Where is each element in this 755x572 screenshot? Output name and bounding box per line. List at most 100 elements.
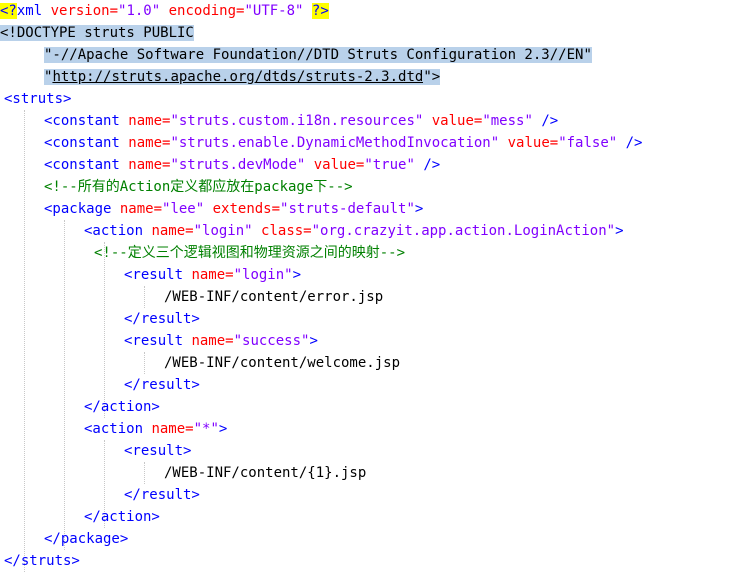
code-token: ?> bbox=[311, 3, 329, 19]
code-token: "true" bbox=[364, 157, 415, 173]
code-line[interactable]: <?xml version="1.0" encoding="UTF-8" ?> bbox=[0, 0, 329, 22]
code-token: "> bbox=[423, 69, 441, 85]
code-token: "login" bbox=[233, 267, 293, 283]
code-line[interactable]: </action> bbox=[84, 506, 160, 528]
code-token: > bbox=[218, 421, 228, 437]
code-token: > bbox=[309, 333, 318, 349]
code-line[interactable]: </action> bbox=[84, 396, 160, 418]
code-token: "false" bbox=[558, 135, 618, 151]
indent-guide bbox=[104, 242, 105, 418]
code-token: /WEB-INF/content/{1}.jsp bbox=[164, 465, 367, 481]
code-line[interactable]: <action name="*"> bbox=[84, 418, 227, 440]
code-token: <constant bbox=[44, 135, 120, 151]
code-token: "mess" bbox=[482, 113, 533, 129]
code-token: > bbox=[414, 201, 424, 217]
code-token: /WEB-INF/content/error.jsp bbox=[164, 289, 384, 305]
code-token: <!DOCTYPE struts PUBLIC bbox=[0, 25, 194, 41]
code-token: </struts> bbox=[4, 553, 80, 569]
code-token: "struts.enable.DynamicMethodInvocation" bbox=[170, 135, 500, 151]
code-line[interactable]: <struts> bbox=[4, 88, 71, 110]
code-token: "-//Apache Software Foundation//DTD Stru… bbox=[44, 47, 592, 63]
code-token: <? bbox=[0, 3, 17, 19]
code-token: <result bbox=[124, 267, 184, 283]
code-token: name= bbox=[183, 267, 234, 283]
code-line[interactable]: <constant name="struts.devMode" value="t… bbox=[44, 154, 440, 176]
code-line[interactable]: <result name="login"> bbox=[124, 264, 301, 286]
code-token: encoding= bbox=[160, 3, 245, 19]
code-line[interactable]: <result> bbox=[124, 440, 191, 462]
code-token: xml bbox=[16, 3, 43, 19]
code-token: "login" bbox=[193, 223, 253, 239]
code-token: name= bbox=[143, 421, 194, 437]
code-token: </result> bbox=[124, 487, 200, 503]
code-token: /WEB-INF/content/welcome.jsp bbox=[164, 355, 401, 371]
code-editor[interactable]: <?xml version="1.0" encoding="UTF-8" ?> <… bbox=[0, 0, 755, 572]
indent-guide bbox=[144, 352, 145, 374]
code-token: <!--定义三个逻辑视图和物理资源之间的映射--> bbox=[94, 245, 405, 261]
code-token: value= bbox=[305, 157, 365, 173]
code-line[interactable]: <!DOCTYPE struts PUBLIC bbox=[0, 22, 194, 44]
code-token: <result> bbox=[124, 443, 192, 459]
code-token: "1.0" bbox=[118, 3, 161, 19]
code-token: name= bbox=[119, 135, 171, 151]
code-line[interactable]: "-//Apache Software Foundation//DTD Stru… bbox=[44, 44, 592, 66]
code-token: <action bbox=[84, 223, 144, 239]
code-line[interactable]: <result name="success"> bbox=[124, 330, 318, 352]
code-line[interactable]: /WEB-INF/content/{1}.jsp bbox=[164, 462, 366, 484]
code-token: /> bbox=[414, 157, 441, 173]
indent-guide bbox=[144, 462, 145, 484]
code-token: name= bbox=[143, 223, 194, 239]
code-line[interactable]: </result> bbox=[124, 484, 200, 506]
code-token: </result> bbox=[124, 311, 200, 327]
code-line[interactable]: <action name="login" class="org.crazyit.… bbox=[84, 220, 624, 242]
code-token: "struts.custom.i18n.resources" bbox=[170, 113, 424, 129]
code-line[interactable]: <!--所有的Action定义都应放在package下--> bbox=[44, 176, 353, 198]
code-token: </package> bbox=[44, 531, 129, 547]
code-token: "struts.devMode" bbox=[170, 157, 306, 173]
dtd-url-link[interactable]: http://struts.apache.org/dtds/struts-2.3… bbox=[52, 69, 424, 85]
code-token: "org.crazyit.app.action.LoginAction" bbox=[311, 223, 616, 239]
code-token: <action bbox=[84, 421, 144, 437]
code-token: </action> bbox=[84, 509, 160, 525]
code-token: extends= bbox=[204, 201, 281, 217]
code-line[interactable]: "http://struts.apache.org/dtds/struts-2.… bbox=[44, 66, 441, 88]
code-token: /> bbox=[532, 113, 559, 129]
code-token: <struts> bbox=[4, 91, 72, 107]
code-token: "struts-default" bbox=[280, 201, 415, 217]
code-token: </action> bbox=[84, 399, 160, 415]
code-token: name= bbox=[183, 333, 234, 349]
code-token: "lee" bbox=[162, 201, 205, 217]
code-token: <!--所有的Action定义都应放在package下--> bbox=[44, 179, 353, 195]
code-token: <package bbox=[44, 201, 112, 217]
code-token: <constant bbox=[44, 157, 120, 173]
code-line[interactable]: /WEB-INF/content/error.jsp bbox=[164, 286, 383, 308]
code-token: name= bbox=[111, 201, 163, 217]
code-token: value= bbox=[423, 113, 483, 129]
code-line[interactable]: </result> bbox=[124, 308, 200, 330]
code-token: /> bbox=[617, 135, 643, 151]
code-token: "success" bbox=[233, 333, 310, 349]
code-token: "UTF-8" bbox=[244, 3, 304, 19]
code-line[interactable]: <constant name="struts.custom.i18n.resou… bbox=[44, 110, 558, 132]
code-token: name= bbox=[119, 157, 171, 173]
indent-guide bbox=[24, 110, 25, 572]
code-line[interactable]: <constant name="struts.enable.DynamicMet… bbox=[44, 132, 643, 154]
indent-guide bbox=[64, 220, 65, 550]
code-token: value= bbox=[499, 135, 559, 151]
code-token: > bbox=[615, 223, 624, 239]
code-token: "*" bbox=[193, 421, 219, 437]
code-token: <constant bbox=[44, 113, 120, 129]
code-token: <result bbox=[124, 333, 184, 349]
code-line[interactable]: <!--定义三个逻辑视图和物理资源之间的映射--> bbox=[94, 242, 405, 264]
code-token: class= bbox=[252, 223, 312, 239]
code-line[interactable]: </result> bbox=[124, 374, 200, 396]
indent-guide bbox=[144, 286, 145, 308]
code-token: name= bbox=[119, 113, 171, 129]
code-line[interactable]: </package> bbox=[44, 528, 128, 550]
code-token: version= bbox=[42, 3, 119, 19]
code-token: </result> bbox=[124, 377, 200, 393]
code-token: > bbox=[292, 267, 302, 283]
code-line[interactable]: /WEB-INF/content/welcome.jsp bbox=[164, 352, 400, 374]
code-line[interactable]: <package name="lee" extends="struts-defa… bbox=[44, 198, 423, 220]
